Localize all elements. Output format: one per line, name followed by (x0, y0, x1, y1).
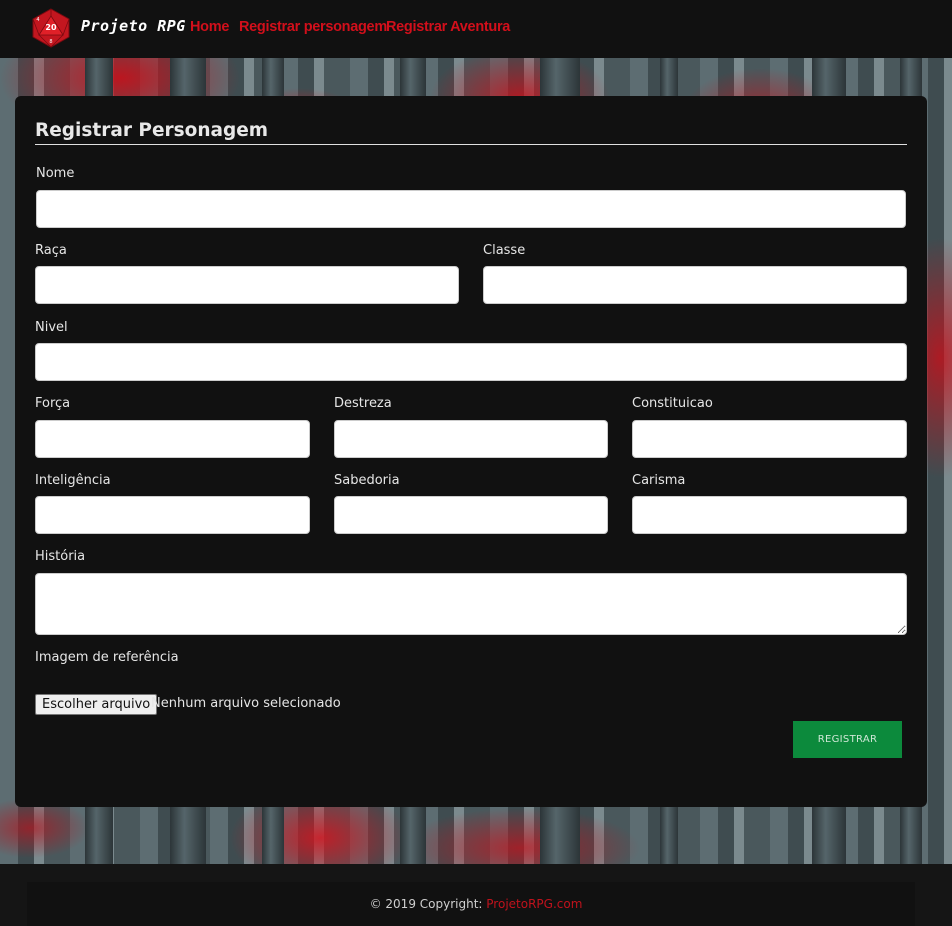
nav-link-registrar-personagem[interactable]: Registrar personagem (239, 19, 387, 35)
footer-site-link[interactable]: ProjetoRPG.com (486, 897, 582, 911)
logo-number-top: 20 (45, 23, 57, 32)
inteligencia-input[interactable] (35, 496, 310, 534)
label-nome: Nome (36, 166, 75, 181)
forca-input[interactable] (35, 420, 310, 458)
page-title: Registrar Personagem (35, 120, 269, 141)
d20-dice-logo-icon[interactable]: 20 4 8 (30, 8, 72, 48)
registrar-submit-button[interactable]: REGISTRAR (793, 721, 902, 758)
label-historia: História (35, 549, 86, 564)
constituicao-input[interactable] (632, 420, 907, 458)
label-destreza: Destreza (334, 396, 392, 411)
nav-link-home[interactable]: Home (190, 19, 229, 35)
classe-input[interactable] (483, 266, 907, 304)
carisma-input[interactable] (632, 496, 907, 534)
logo-number-left: 4 (36, 17, 39, 23)
label-raca: Raça (35, 243, 67, 258)
label-nivel: Nivel (35, 320, 68, 335)
label-sabedoria: Sabedoria (334, 473, 400, 488)
label-classe: Classe (483, 243, 526, 258)
sabedoria-input[interactable] (334, 496, 608, 534)
label-imagem-referencia: Imagem de referência (35, 650, 179, 665)
historia-textarea[interactable] (35, 573, 907, 635)
nome-input[interactable] (36, 190, 906, 228)
title-divider (35, 144, 907, 145)
footer-copyright: © 2019 Copyright: ProjetoRPG.com (0, 897, 952, 911)
file-status-text: Nenhum arquivo selecionado (151, 696, 341, 711)
label-constituicao: Constituicao (632, 396, 713, 411)
brand-name[interactable]: Projeto RPG (81, 17, 186, 35)
raca-input[interactable] (35, 266, 459, 304)
label-inteligencia: Inteligência (35, 473, 111, 488)
label-carisma: Carisma (632, 473, 686, 488)
nav-link-registrar-aventura[interactable]: Registrar Aventura (386, 19, 510, 35)
destreza-input[interactable] (334, 420, 608, 458)
logo-number-bottom: 8 (49, 39, 52, 45)
navbar: 20 4 8 Projeto RPG Home Registrar person… (0, 0, 952, 58)
nivel-input[interactable] (35, 343, 907, 381)
copyright-text: © 2019 Copyright: (369, 897, 483, 911)
label-forca: Força (35, 396, 71, 411)
choose-file-button[interactable]: Escolher arquivo (35, 694, 158, 715)
